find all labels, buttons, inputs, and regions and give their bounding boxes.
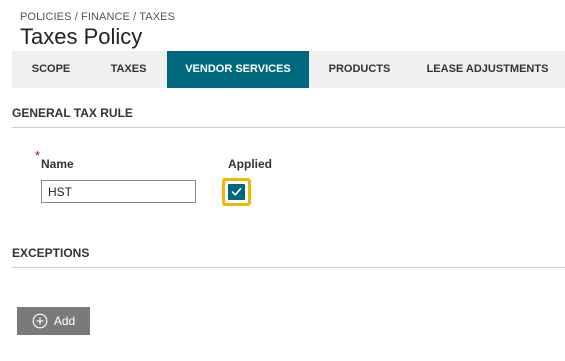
required-indicator: *	[35, 148, 41, 163]
breadcrumb: POLICIES / FINANCE / TAXES	[20, 11, 176, 23]
add-button-label: Add	[53, 314, 76, 328]
plus-circle-icon	[32, 313, 48, 329]
applied-label: Applied	[228, 157, 272, 171]
tab-products[interactable]: PRODUCTS	[309, 51, 410, 88]
tab-bar: SCOPE TAXES VENDOR SERVICES PRODUCTS LEA…	[12, 51, 565, 88]
page-title: Taxes Policy	[20, 24, 143, 49]
exceptions-heading: EXCEPTIONS	[12, 246, 90, 260]
applied-checkbox[interactable]	[228, 184, 245, 200]
checkmark-icon	[231, 187, 242, 196]
name-input[interactable]	[41, 180, 196, 203]
general-tax-rule-heading: GENERAL TAX RULE	[12, 106, 133, 120]
tab-scope[interactable]: SCOPE	[12, 51, 90, 88]
name-label: Name	[41, 157, 74, 171]
exceptions-divider	[12, 267, 565, 268]
general-tax-rule-divider	[12, 127, 565, 128]
tab-taxes[interactable]: TAXES	[90, 51, 167, 88]
add-exception-button[interactable]: Add	[17, 307, 90, 335]
tab-vendor-services[interactable]: VENDOR SERVICES	[167, 51, 309, 88]
applied-checkbox-highlight	[222, 178, 251, 206]
tab-lease-adjustments[interactable]: LEASE ADJUSTMENTS	[410, 51, 565, 88]
